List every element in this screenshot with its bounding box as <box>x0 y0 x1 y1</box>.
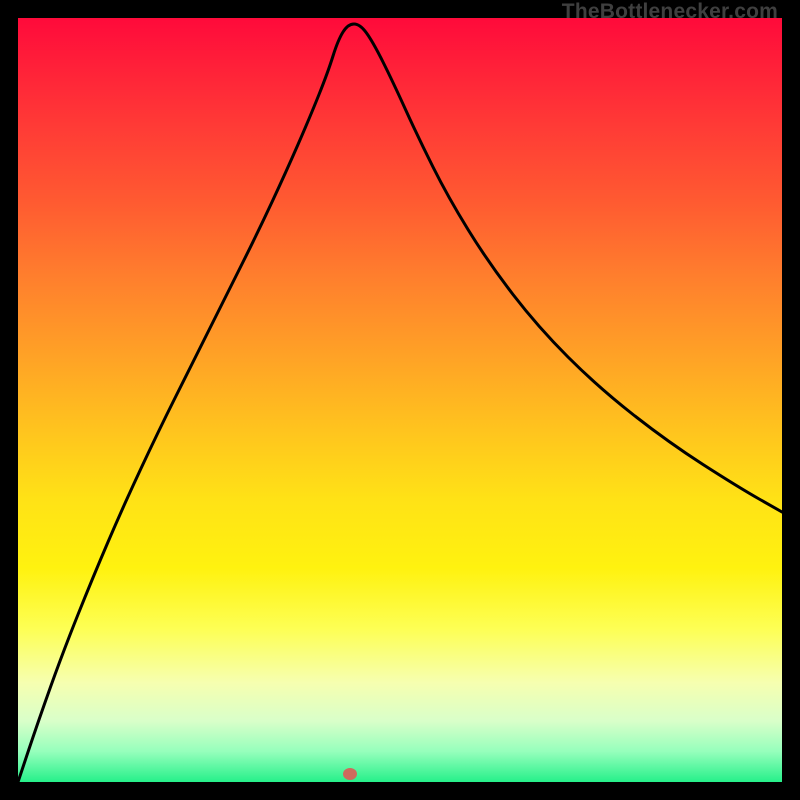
watermark-text: TheBottlenecker.com <box>562 0 778 24</box>
bottleneck-curve-line <box>18 24 782 782</box>
chart-svg <box>0 0 800 800</box>
data-marker <box>343 768 357 780</box>
chart-frame: TheBottlenecker.com <box>0 0 800 800</box>
